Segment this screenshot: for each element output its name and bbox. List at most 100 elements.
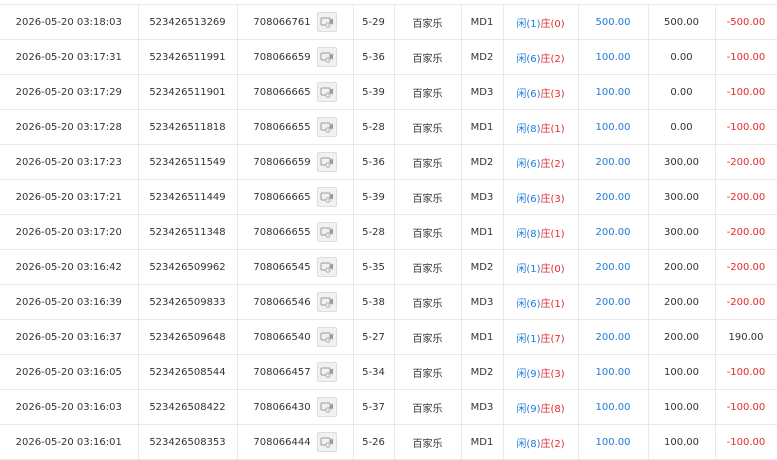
bet-time: 2026-05-20 03:17:28: [0, 109, 139, 145]
table-code: MD2: [460, 354, 504, 390]
order-id: 523426508544: [137, 354, 238, 390]
valid-bet: 100.00: [647, 354, 716, 390]
video-replay-icon[interactable]: [316, 82, 337, 102]
shoe-round: 5-34: [352, 354, 395, 390]
banker-points: (0): [550, 18, 565, 30]
player-points: (6): [526, 298, 541, 310]
table-row: 2026-05-20 03:17:31 523426511991 7080666…: [0, 39, 777, 75]
banker-label: 庄: [540, 228, 551, 240]
table-code: MD1: [460, 109, 504, 145]
valid-bet: 100.00: [647, 389, 716, 425]
video-replay-icon[interactable]: [316, 362, 337, 382]
round-id: 708066659: [253, 51, 311, 63]
round-id: 708066655: [253, 226, 311, 238]
table-row: 2026-05-20 03:16:05 523426508544 7080664…: [0, 354, 777, 390]
player-label: 闲: [516, 158, 527, 170]
banker-points: (2): [550, 53, 565, 65]
round-cell: 708066665: [236, 179, 354, 215]
bet-records-table: 2026-05-20 03:18:03 523426513269 7080667…: [0, 4, 777, 460]
player-label: 闲: [516, 298, 527, 310]
banker-points: (1): [550, 228, 565, 240]
video-replay-icon[interactable]: [316, 327, 337, 347]
bet-time: 2026-05-20 03:17:20: [0, 214, 139, 250]
round-id: 708066430: [253, 401, 311, 413]
game-name: 百家乐: [393, 179, 462, 215]
game-name: 百家乐: [393, 249, 462, 285]
round-cell: 708066540: [236, 319, 354, 355]
bet-amount: 100.00: [577, 389, 649, 425]
round-cell: 708066659: [236, 39, 354, 75]
banker-result: 庄(3): [541, 194, 565, 205]
player-label: 闲: [516, 333, 527, 345]
win-loss: -200.00: [714, 179, 777, 215]
order-id: 523426509962: [137, 249, 238, 285]
order-id: 523426511818: [137, 109, 238, 145]
video-replay-icon[interactable]: [316, 222, 337, 242]
table-row: 2026-05-20 03:16:03 523426508422 7080664…: [0, 389, 777, 425]
banker-result: 庄(2): [541, 439, 565, 450]
valid-bet: 0.00: [647, 109, 716, 145]
game-name: 百家乐: [393, 354, 462, 390]
result-cell: 闲(8)庄(2): [502, 424, 579, 460]
player-result: 闲(6): [516, 54, 540, 65]
table-code: MD3: [460, 389, 504, 425]
round-id: 708066457: [253, 366, 311, 378]
bet-amount: 100.00: [577, 424, 649, 460]
win-loss: -100.00: [714, 74, 777, 110]
round-cell: 708066430: [236, 389, 354, 425]
shoe-round: 5-28: [352, 109, 395, 145]
shoe-round: 5-36: [352, 39, 395, 75]
player-result: 闲(8): [516, 439, 540, 450]
bet-time: 2026-05-20 03:16:37: [0, 319, 139, 355]
shoe-round: 5-38: [352, 284, 395, 320]
shoe-round: 5-26: [352, 424, 395, 460]
round-id: 708066545: [253, 261, 311, 273]
banker-label: 庄: [540, 333, 551, 345]
bet-time: 2026-05-20 03:16:01: [0, 424, 139, 460]
shoe-round: 5-39: [352, 179, 395, 215]
banker-result: 庄(7): [541, 334, 565, 345]
order-id: 523426508353: [137, 424, 238, 460]
result-cell: 闲(6)庄(1): [502, 284, 579, 320]
video-replay-icon[interactable]: [316, 257, 337, 277]
bet-amount: 100.00: [577, 109, 649, 145]
player-label: 闲: [516, 368, 527, 380]
video-replay-icon[interactable]: [316, 117, 337, 137]
round-cell: 708066659: [236, 144, 354, 180]
valid-bet: 100.00: [647, 424, 716, 460]
banker-result: 庄(3): [541, 89, 565, 100]
bet-time: 2026-05-20 03:16:03: [0, 389, 139, 425]
video-replay-icon[interactable]: [316, 292, 337, 312]
win-loss: 190.00: [714, 319, 777, 355]
bet-amount: 200.00: [577, 214, 649, 250]
order-id: 523426511991: [137, 39, 238, 75]
bet-time: 2026-05-20 03:17:23: [0, 144, 139, 180]
player-result: 闲(8): [516, 229, 540, 240]
game-name: 百家乐: [393, 144, 462, 180]
banker-points: (0): [550, 263, 565, 275]
order-id: 523426511348: [137, 214, 238, 250]
table-row: 2026-05-20 03:18:03 523426513269 7080667…: [0, 4, 777, 40]
bet-amount: 200.00: [577, 284, 649, 320]
banker-points: (3): [550, 368, 565, 380]
video-replay-icon[interactable]: [316, 12, 337, 32]
round-cell: 708066457: [236, 354, 354, 390]
result-cell: 闲(6)庄(2): [502, 39, 579, 75]
video-replay-icon[interactable]: [316, 47, 337, 67]
player-label: 闲: [516, 123, 527, 135]
video-replay-icon[interactable]: [316, 397, 337, 417]
video-replay-icon[interactable]: [316, 152, 337, 172]
result-cell: 闲(1)庄(7): [502, 319, 579, 355]
banker-label: 庄: [540, 263, 551, 275]
player-result: 闲(1): [516, 264, 540, 275]
shoe-round: 5-37: [352, 389, 395, 425]
result-cell: 闲(9)庄(3): [502, 354, 579, 390]
player-label: 闲: [516, 53, 527, 65]
video-replay-icon[interactable]: [316, 187, 337, 207]
banker-result: 庄(1): [541, 124, 565, 135]
player-label: 闲: [516, 88, 527, 100]
video-replay-icon[interactable]: [316, 432, 337, 452]
result-cell: 闲(6)庄(2): [502, 144, 579, 180]
bet-amount: 500.00: [577, 4, 649, 40]
win-loss: -200.00: [714, 144, 777, 180]
